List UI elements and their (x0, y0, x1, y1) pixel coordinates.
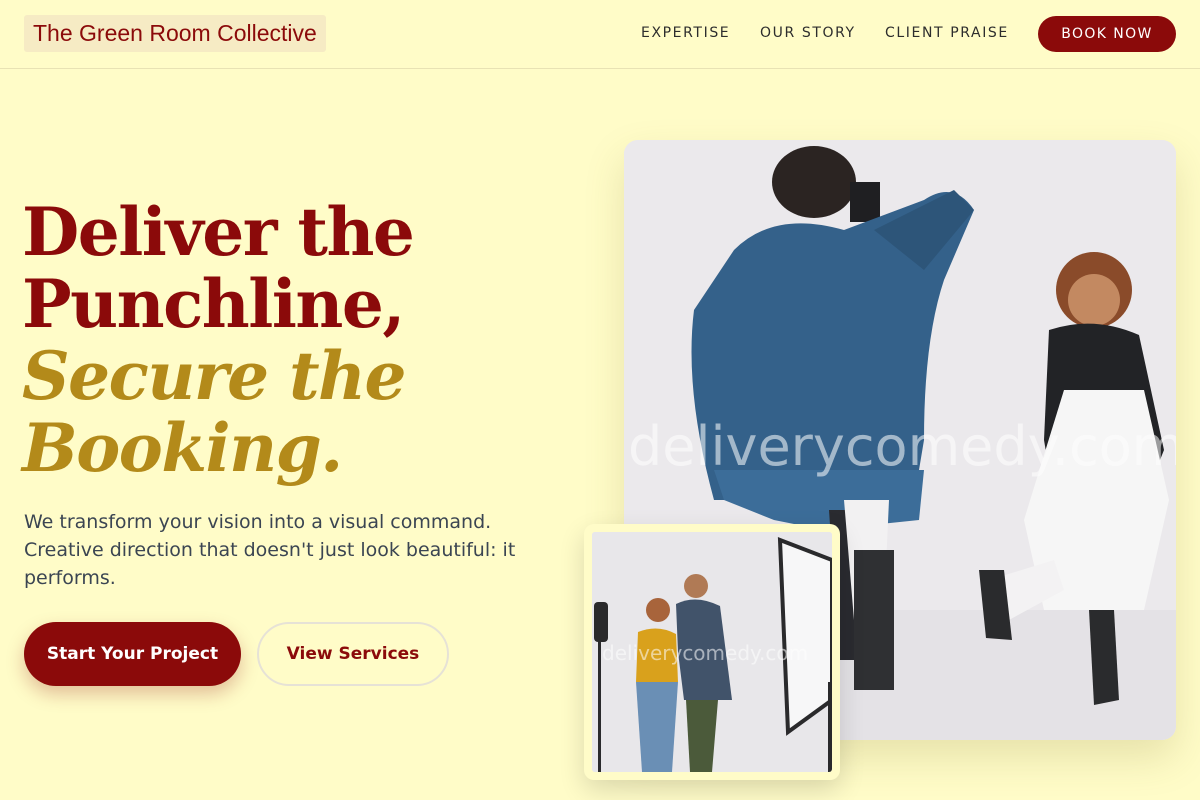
headline-line-1: Deliver the (22, 193, 415, 271)
inset-photo-watermark: deliverycomedy.com (602, 641, 808, 665)
hero-subtext: We transform your vision into a visual c… (24, 511, 516, 589)
site-header: The Green Room Collective EXPERTISE OUR … (0, 0, 1200, 69)
book-now-button[interactable]: BOOK NOW (1038, 16, 1176, 52)
inset-photo-illustration: deliverycomedy.com (592, 532, 832, 772)
headline-line-2: Punchline, (22, 265, 405, 343)
headline-accent-line-1: Secure the (22, 337, 407, 415)
view-services-button[interactable]: View Services (257, 622, 449, 686)
inset-photo-photographer-and-client: deliverycomedy.com (592, 532, 832, 772)
brand-logo[interactable]: The Green Room Collective (24, 15, 326, 52)
main-photo-watermark: deliverycomedy.com (628, 415, 1176, 478)
headline-accent-line-2: Booking. (22, 409, 343, 487)
nav-link-expertise[interactable]: EXPERTISE (641, 25, 730, 41)
start-project-button[interactable]: Start Your Project (24, 622, 241, 686)
nav-link-client-praise[interactable]: CLIENT PRAISE (885, 25, 1009, 41)
inset-photo-card: deliverycomedy.com (584, 524, 840, 780)
hero-headline: Deliver the Punchline, Secure the Bookin… (22, 196, 582, 484)
nav-link-our-story[interactable]: OUR STORY (760, 25, 856, 41)
